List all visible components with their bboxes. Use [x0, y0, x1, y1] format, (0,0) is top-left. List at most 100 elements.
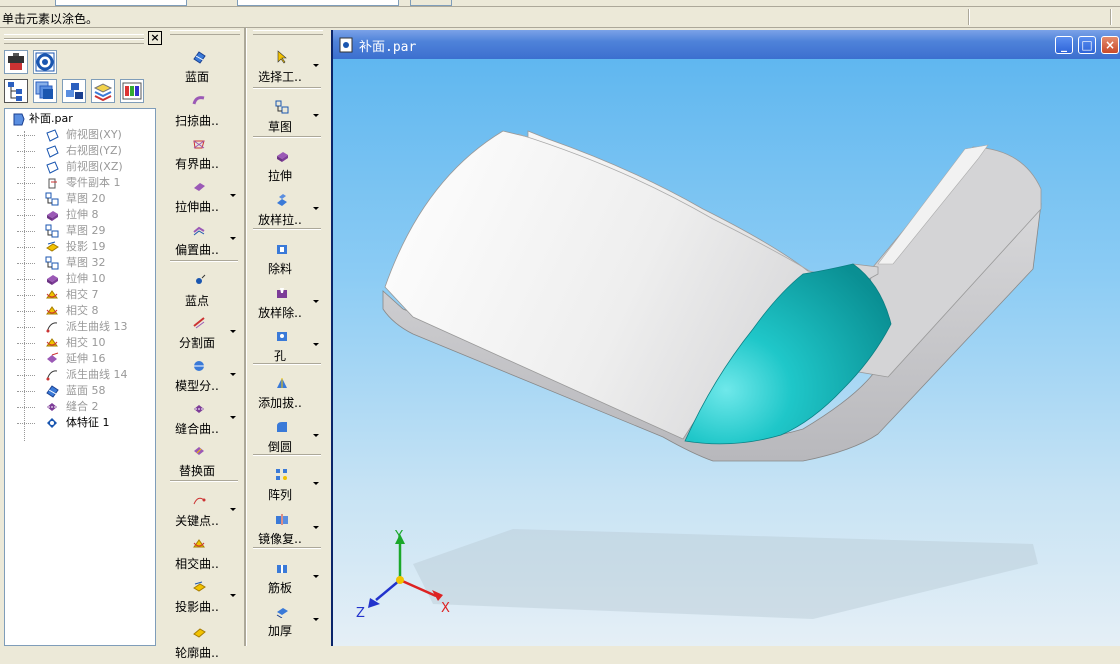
- dropdown-arrow-icon[interactable]: [230, 416, 236, 419]
- toolbar-button[interactable]: 加厚: [249, 600, 325, 642]
- dropdown-arrow-icon[interactable]: [313, 207, 319, 210]
- window-titlebar[interactable]: 补面.par _ □ ×: [333, 30, 1120, 59]
- tree-item[interactable]: 拉伸 10: [5, 271, 155, 287]
- toolbar-button[interactable]: 添加拔..: [249, 372, 325, 414]
- tree-item[interactable]: 相交 10: [5, 335, 155, 351]
- toolbar-button[interactable]: 镜像复..: [249, 508, 325, 550]
- toolbar-button[interactable]: 有界曲..: [166, 133, 242, 175]
- model-shadow: [413, 529, 1038, 619]
- toolbar-grip[interactable]: [253, 30, 323, 35]
- toolbar-button[interactable]: 阵列: [249, 464, 325, 506]
- tree-item[interactable]: 补面.par: [5, 111, 155, 127]
- project-icon: [192, 580, 208, 596]
- dropdown-arrow-icon[interactable]: [313, 526, 319, 529]
- toolbar-button[interactable]: 筋板: [249, 557, 325, 599]
- toolbar-combo-1[interactable]: [55, 0, 187, 6]
- tab-features[interactable]: [33, 50, 57, 74]
- toolbar-button[interactable]: 除料: [249, 238, 325, 280]
- toolbar-button[interactable]: 关键点..: [166, 490, 242, 532]
- tree-item[interactable]: 延伸 16: [5, 351, 155, 367]
- tree-item[interactable]: 缝合 2: [5, 399, 155, 415]
- toolbar-button[interactable]: 拉伸曲..: [166, 176, 242, 218]
- part-icon: [11, 112, 25, 126]
- tree-item[interactable]: 零件副本 1: [5, 175, 155, 191]
- toolbar-button[interactable]: 分割面: [166, 312, 242, 354]
- keypoint-icon: [192, 494, 208, 510]
- toolbar-button[interactable]: 蓝点: [166, 270, 242, 312]
- toolbar-button[interactable]: 缝合曲..: [166, 398, 242, 440]
- tab-assembly[interactable]: [62, 79, 86, 103]
- maximize-button[interactable]: □: [1078, 36, 1096, 54]
- status-text: 单击元素以涂色。: [2, 12, 99, 26]
- toolbar-button-label: 孔: [273, 349, 286, 363]
- toolbar-button[interactable]: 选择工..: [249, 46, 325, 88]
- tree-item[interactable]: 派生曲线 14: [5, 367, 155, 383]
- dropdown-arrow-icon[interactable]: [313, 482, 319, 485]
- tab-feature-tree[interactable]: [4, 79, 28, 103]
- toolbar-button[interactable]: 蓝面: [166, 46, 242, 88]
- tree-item[interactable]: 前视图(XZ): [5, 159, 155, 175]
- contour-icon: [192, 626, 208, 642]
- document-window[interactable]: 补面.par _ □ × Y X Z: [331, 30, 1120, 646]
- tree-item-label: 派生曲线 13: [66, 320, 128, 333]
- dropdown-arrow-icon[interactable]: [313, 64, 319, 67]
- dropdown-arrow-icon[interactable]: [313, 618, 319, 621]
- dropdown-arrow-icon[interactable]: [230, 330, 236, 333]
- dropdown-arrow-icon[interactable]: [313, 575, 319, 578]
- minimize-button[interactable]: _: [1055, 36, 1073, 54]
- toolbar-button[interactable]: 放样拉..: [249, 189, 325, 231]
- dropdown-arrow-icon[interactable]: [313, 434, 319, 437]
- tree-item-label: 右视图(YZ): [66, 144, 122, 157]
- tree-item[interactable]: 相交 7: [5, 287, 155, 303]
- tree-item[interactable]: 派生曲线 13: [5, 319, 155, 335]
- toolbar-button[interactable]: 扫掠曲..: [166, 90, 242, 132]
- dropdown-arrow-icon[interactable]: [230, 508, 236, 511]
- toolbar-button[interactable]: 倒圆: [249, 416, 325, 458]
- panel-close-button[interactable]: ×: [148, 31, 162, 45]
- toolbar-button[interactable]: 投影曲..: [166, 576, 242, 618]
- tree-item[interactable]: 俯视图(XY): [5, 127, 155, 143]
- stitch-icon: [192, 402, 208, 418]
- toolbar-button[interactable]: [410, 0, 452, 6]
- toolbar-button-label: 替换面: [178, 464, 215, 478]
- dropdown-arrow-icon[interactable]: [313, 343, 319, 346]
- tree-item[interactable]: 草图 29: [5, 223, 155, 239]
- toolbar-button[interactable]: 轮廓曲..: [166, 622, 242, 664]
- dropdown-arrow-icon[interactable]: [230, 373, 236, 376]
- tree-item[interactable]: 草图 32: [5, 255, 155, 271]
- tab-display[interactable]: [120, 79, 144, 103]
- toolbar-button[interactable]: 孔: [249, 325, 325, 367]
- tree-item[interactable]: 右视图(YZ): [5, 143, 155, 159]
- toolbar-button-label: 草图: [267, 120, 292, 134]
- tree-item-label: 拉伸 8: [66, 208, 99, 221]
- dropdown-arrow-icon[interactable]: [230, 594, 236, 597]
- tree-item[interactable]: 拉伸 8: [5, 207, 155, 223]
- tab-library[interactable]: [4, 50, 28, 74]
- toolbar-button[interactable]: 拉伸: [249, 145, 325, 187]
- edgebar-panel: × 补面.par 俯视图(XY) 右视图(YZ) 前视图(XZ) 零件副本 1 草图 20…: [0, 28, 164, 646]
- tree-connector: [17, 295, 35, 296]
- tab-stack[interactable]: [91, 79, 115, 103]
- dropdown-arrow-icon[interactable]: [313, 300, 319, 303]
- tree-connector: [17, 183, 35, 184]
- toolbar-button[interactable]: 偏置曲..: [166, 219, 242, 261]
- panel-grip[interactable]: [4, 39, 144, 44]
- tree-item[interactable]: 投影 19: [5, 239, 155, 255]
- toolbar-button[interactable]: 模型分..: [166, 355, 242, 397]
- toolbar-button[interactable]: 放样除..: [249, 282, 325, 324]
- close-button[interactable]: ×: [1101, 36, 1119, 54]
- tree-connector: [17, 135, 35, 136]
- toolbar-button[interactable]: 草图: [249, 96, 325, 138]
- dropdown-arrow-icon[interactable]: [230, 194, 236, 197]
- dropdown-arrow-icon[interactable]: [313, 114, 319, 117]
- tree-item[interactable]: 蓝面 58: [5, 383, 155, 399]
- tree-item[interactable]: 体特征 1: [5, 415, 155, 431]
- tree-item[interactable]: 草图 20: [5, 191, 155, 207]
- toolbar-combo-2[interactable]: [237, 0, 399, 6]
- toolbar-button[interactable]: 替换面: [166, 440, 242, 482]
- dropdown-arrow-icon[interactable]: [230, 237, 236, 240]
- toolbar-grip[interactable]: [170, 30, 240, 35]
- tab-layers[interactable]: [33, 79, 57, 103]
- toolbar-button[interactable]: 相交曲..: [166, 533, 242, 575]
- tree-item[interactable]: 相交 8: [5, 303, 155, 319]
